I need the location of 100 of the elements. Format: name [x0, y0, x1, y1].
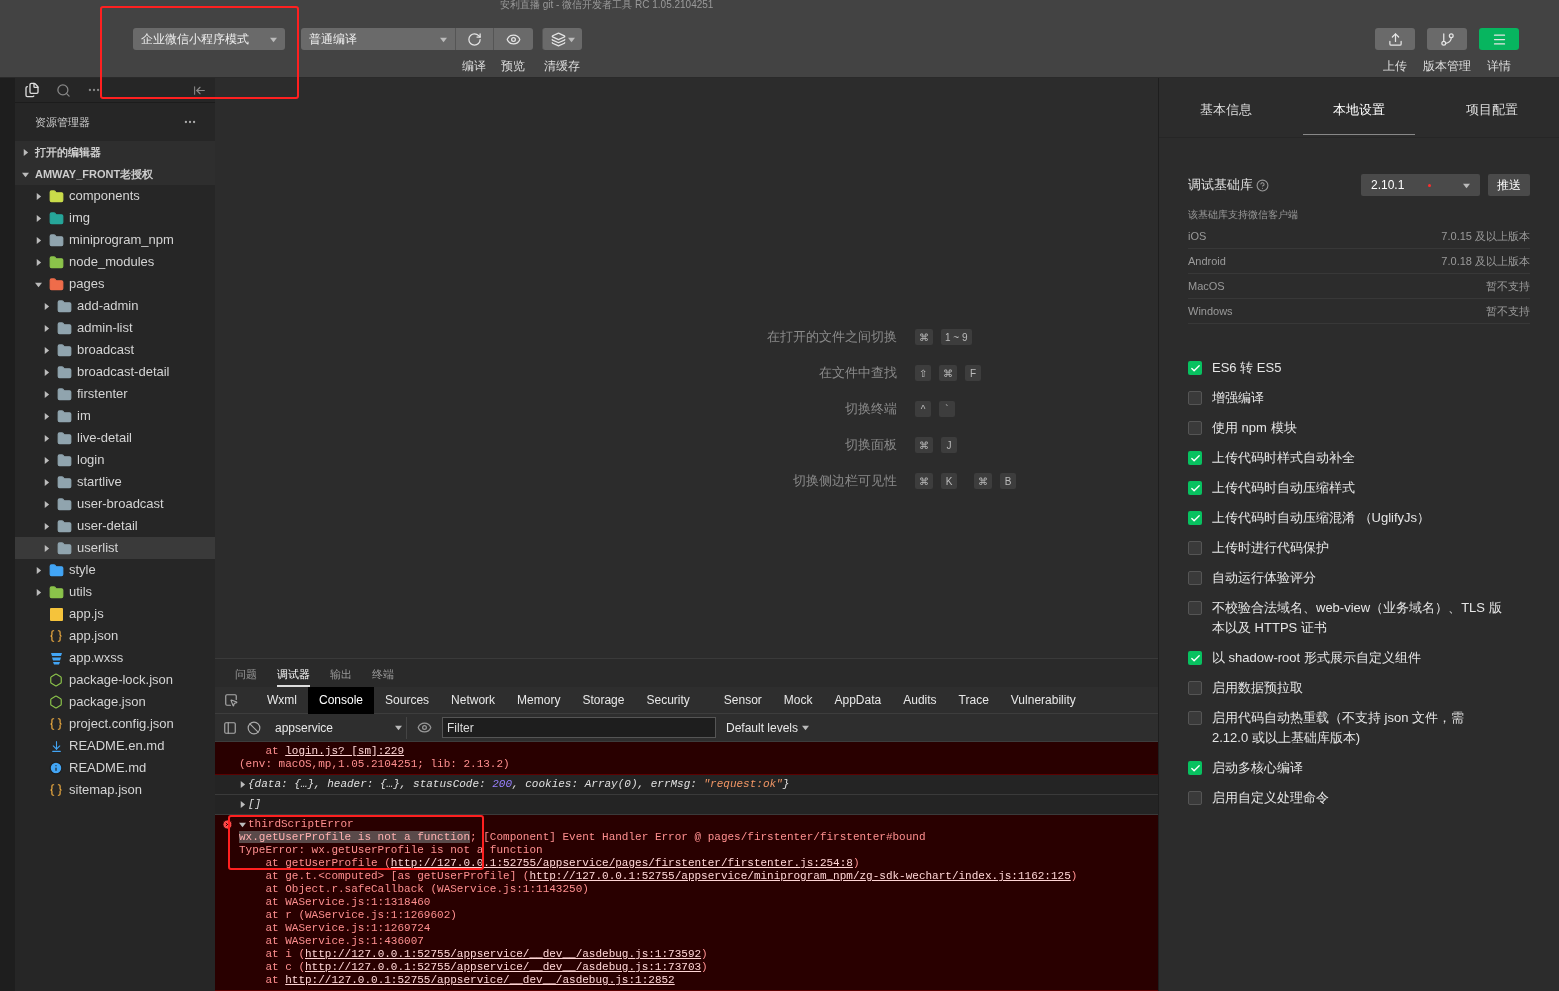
tree-item[interactable]: components — [15, 185, 215, 207]
caret-icon[interactable] — [22, 148, 29, 156]
caret-icon[interactable] — [43, 500, 50, 508]
tree-item[interactable]: live-detail — [15, 427, 215, 449]
tree-item[interactable]: startlive — [15, 471, 215, 493]
caret-icon[interactable] — [43, 412, 50, 420]
caret-icon[interactable] — [35, 258, 42, 266]
checkbox[interactable] — [1188, 421, 1202, 435]
devtools-tab[interactable]: Audits — [892, 686, 948, 714]
inspect-icon[interactable] — [224, 693, 238, 707]
caret-icon[interactable] — [239, 781, 246, 788]
search-icon[interactable] — [56, 82, 71, 98]
tree-item[interactable]: user-broadcast — [15, 493, 215, 515]
caret-icon[interactable] — [22, 170, 29, 178]
devtools-tab[interactable]: Sources — [374, 686, 441, 714]
tree-item[interactable]: admin-list — [15, 317, 215, 339]
tree-item[interactable]: user-detail — [15, 515, 215, 537]
checkbox[interactable] — [1188, 711, 1202, 725]
tree-item[interactable]: userlist — [15, 537, 215, 559]
caret-icon[interactable] — [1463, 181, 1470, 189]
tree-item[interactable]: add-admin — [15, 295, 215, 317]
panel-tab[interactable]: 问题 — [235, 663, 257, 687]
checkbox[interactable] — [1188, 681, 1202, 695]
settings-tab[interactable]: 本地设置 — [1292, 78, 1426, 137]
help-icon[interactable] — [1256, 178, 1269, 192]
tree-item[interactable]: miniprogram_npm — [15, 229, 215, 251]
caret-icon[interactable] — [43, 544, 50, 552]
caret-icon[interactable] — [35, 236, 42, 244]
version-select[interactable]: 2.10.1 — [1361, 174, 1480, 196]
tree-item[interactable]: project.config.json — [15, 713, 215, 735]
checkbox[interactable] — [1188, 511, 1202, 525]
panel-tab[interactable]: 终端 — [372, 663, 394, 687]
tree-item[interactable]: app.js — [15, 603, 215, 625]
devtools-tab[interactable]: Security — [635, 686, 701, 714]
tree-item[interactable]: pages — [15, 273, 215, 295]
devtools-tab[interactable]: Vulnerability — [999, 686, 1087, 714]
filter-field[interactable]: Filter — [442, 717, 716, 738]
tree-item[interactable]: utils — [15, 581, 215, 603]
files-icon[interactable] — [24, 82, 40, 98]
tree-item[interactable]: package-lock.json — [15, 669, 215, 691]
tree-item[interactable]: img — [15, 207, 215, 229]
tree-item[interactable]: app.json — [15, 625, 215, 647]
caret-icon[interactable] — [239, 801, 246, 808]
push-button[interactable]: 推送 — [1488, 174, 1530, 196]
sidebar-toggle-icon[interactable] — [223, 720, 237, 735]
section-header[interactable]: 打开的编辑器 — [15, 141, 215, 163]
caret-icon[interactable] — [395, 724, 402, 731]
mode-select[interactable]: 企业微信小程序模式 — [133, 28, 285, 50]
clear-icon[interactable] — [247, 720, 261, 735]
checkbox[interactable] — [1188, 601, 1202, 615]
tree-item[interactable]: style — [15, 559, 215, 581]
settings-tab[interactable]: 项目配置 — [1425, 78, 1559, 137]
caret-icon[interactable] — [43, 368, 50, 376]
checkbox[interactable] — [1188, 391, 1202, 405]
tree-item[interactable]: node_modules — [15, 251, 215, 273]
compile-select[interactable]: 普通编译 — [301, 28, 455, 50]
checkbox[interactable] — [1188, 651, 1202, 665]
devtools-tab[interactable]: AppData — [823, 686, 893, 714]
caret-icon[interactable] — [43, 434, 50, 442]
tree-item[interactable]: im — [15, 405, 215, 427]
checkbox[interactable] — [1188, 361, 1202, 375]
checkbox[interactable] — [1188, 481, 1202, 495]
action-button[interactable] — [1427, 28, 1467, 50]
tree-item[interactable]: package.json — [15, 691, 215, 713]
caret-icon[interactable] — [43, 522, 50, 530]
action-button[interactable] — [1375, 28, 1415, 50]
caret-icon[interactable] — [35, 214, 42, 222]
caret-icon[interactable] — [43, 478, 50, 486]
tree-item[interactable]: README.en.md — [15, 735, 215, 757]
caret-icon[interactable] — [43, 346, 50, 354]
tool-button[interactable] — [493, 28, 533, 50]
caret-icon[interactable] — [43, 324, 50, 332]
tool-button[interactable] — [542, 28, 582, 50]
devtools-tab[interactable]: Wxml — [256, 686, 308, 714]
caret-icon[interactable] — [43, 390, 50, 398]
devtools-tab[interactable]: Mock — [772, 686, 824, 714]
devtools-tab[interactable]: Network — [440, 686, 507, 714]
devtools-tab[interactable]: Console — [308, 686, 375, 714]
caret-icon[interactable] — [43, 456, 50, 464]
tree-item[interactable]: login — [15, 449, 215, 471]
checkbox[interactable] — [1188, 571, 1202, 585]
devtools-tab[interactable]: Sensor — [712, 686, 773, 714]
panel-tab[interactable]: 输出 — [330, 663, 352, 687]
checkbox[interactable] — [1188, 791, 1202, 805]
caret-icon[interactable] — [239, 821, 246, 828]
caret-icon[interactable] — [43, 302, 50, 310]
checkbox[interactable] — [1188, 451, 1202, 465]
tree-item[interactable]: README.md — [15, 757, 215, 779]
devtools-tab[interactable]: Memory — [506, 686, 572, 714]
settings-tab[interactable]: 基本信息 — [1159, 78, 1293, 137]
tool-button[interactable] — [455, 28, 493, 50]
levels-select[interactable]: Default levels — [726, 718, 810, 737]
tree-item[interactable]: sitemap.json — [15, 779, 215, 801]
devtools-tab[interactable]: Storage — [571, 686, 636, 714]
tree-item[interactable]: broadcast-detail — [15, 361, 215, 383]
tree-item[interactable]: broadcast — [15, 339, 215, 361]
caret-icon[interactable] — [802, 724, 810, 731]
eye-icon[interactable] — [417, 720, 432, 735]
context-select[interactable]: appservice — [271, 716, 407, 739]
caret-icon[interactable] — [35, 280, 42, 288]
